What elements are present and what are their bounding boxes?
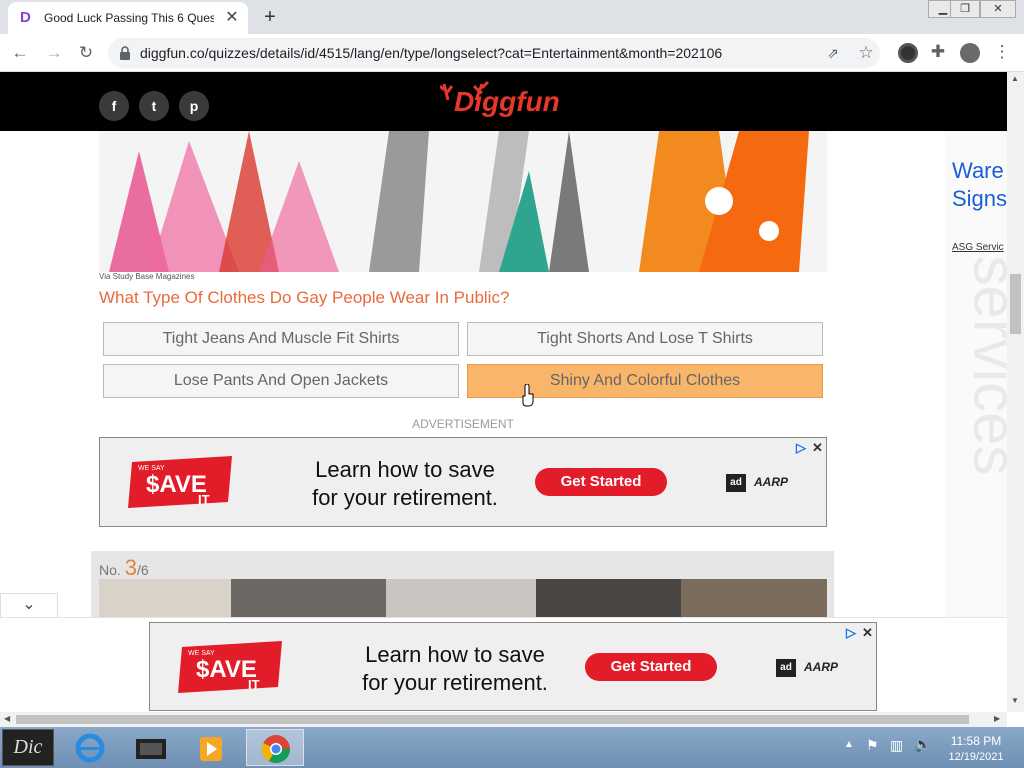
address-bar[interactable]: diggfun.co/quizzes/details/id/4515/lang/… — [108, 38, 880, 68]
sticky-ad-headline-line1: Learn how to save — [365, 642, 545, 667]
advertisement-label: ADVERTISEMENT — [412, 417, 514, 431]
network-icon[interactable]: ▥ — [890, 737, 903, 754]
site-header: f t p Diggfun — [0, 72, 1007, 131]
sticky-ad-headline: Learn how to save for your retirement. — [345, 641, 565, 697]
url-text[interactable]: diggfun.co/quizzes/details/id/4515/lang/… — [140, 45, 780, 61]
sticky-ad-bar: WE SAY $AVE IT Learn how to save for your… — [0, 617, 1007, 713]
windows-taskbar: Dic ▲ ⚑ ▥ 🔈 11:58 PM 12/19/2021 — [0, 727, 1024, 768]
sticky-ad-logo: ad — [776, 659, 796, 677]
clock-date[interactable]: 12/19/2021 — [936, 751, 1016, 763]
answer-option-2[interactable]: Tight Shorts And Lose T Shirts — [467, 322, 823, 356]
scroll-down-icon[interactable]: ▼ — [1011, 696, 1019, 705]
ad-headline-line1: Learn how to save — [315, 457, 495, 482]
diggfun-logo[interactable]: Diggfun — [440, 76, 580, 126]
h-scroll-thumb[interactable] — [16, 715, 969, 724]
sticky-save-it-badge: WE SAY $AVE IT — [178, 641, 282, 693]
counter-total: /6 — [136, 562, 149, 578]
twitter-icon[interactable]: t — [139, 91, 169, 121]
forward-icon[interactable]: → — [42, 41, 66, 65]
side-ad-headline: Ware Signs — [952, 157, 1007, 213]
sticky-ad-close-icon[interactable]: ✕ — [862, 625, 873, 641]
horizontal-scrollbar[interactable]: ◀ ▶ — [0, 712, 1007, 727]
quiz-illustration-image — [99, 131, 827, 272]
browser-tab-strip: D Good Luck Passing This 6 Questi ✕ + ▁ … — [0, 0, 1024, 34]
ad-logo: ad — [726, 474, 746, 492]
next-question-image — [99, 579, 827, 617]
reload-icon[interactable]: ↻ — [74, 41, 98, 65]
logo-text: Diggfun — [454, 86, 560, 117]
aarp-logo: AARP — [754, 475, 789, 489]
side-ad-watermark: services — [961, 255, 1007, 476]
counter-prefix: No. — [99, 562, 121, 578]
browser-tab[interactable]: D Good Luck Passing This 6 Questi ✕ — [8, 2, 248, 34]
profile-icon[interactable] — [960, 43, 980, 63]
vertical-scrollbar[interactable]: ▲ ▼ — [1007, 72, 1024, 712]
sticky-ad-headline-line2: for your retirement. — [362, 670, 548, 695]
answer-option-1[interactable]: Tight Jeans And Muscle Fit Shirts — [103, 322, 459, 356]
scroll-right-icon[interactable]: ▶ — [994, 714, 1000, 723]
hand-cursor-icon — [522, 384, 534, 407]
bookmark-star-icon[interactable]: ☆ — [856, 43, 876, 63]
volume-muted-icon[interactable]: 🔈 — [914, 736, 931, 753]
question-counter: No. 3/6 — [99, 555, 149, 581]
scroll-thumb[interactable] — [1010, 274, 1021, 334]
page-content: Via Study Base Magazines What Type Of Cl… — [0, 131, 1007, 617]
svg-text:IT: IT — [248, 677, 260, 692]
next-question-card: No. 3/6 — [91, 551, 834, 617]
image-caption: Via Study Base Magazines — [99, 272, 195, 281]
quiz-question: What Type Of Clothes Do Gay People Wear … — [99, 288, 510, 307]
ad-headline: Learn how to save for your retirement. — [295, 456, 515, 512]
sticky-banner-ad[interactable]: WE SAY $AVE IT Learn how to save for your… — [149, 622, 877, 711]
side-ad-sponsor[interactable]: ASG Servic — [952, 242, 1004, 253]
tray-expand-icon[interactable]: ▲ — [844, 739, 854, 750]
scroll-up-icon[interactable]: ▲ — [1011, 74, 1019, 83]
action-center-flag-icon[interactable]: ⚑ — [866, 737, 879, 754]
internet-explorer-icon[interactable] — [64, 729, 116, 766]
adchoices-icon[interactable]: ▷ — [796, 440, 806, 456]
facebook-icon[interactable]: f — [99, 91, 129, 121]
clock-time[interactable]: 11:58 PM — [936, 734, 1016, 748]
counter-number: 3 — [124, 555, 137, 580]
puzzle-icon[interactable]: ✚ — [926, 40, 950, 64]
tab-title: Good Luck Passing This 6 Questi — [44, 11, 214, 25]
chrome-taskbar-item[interactable] — [246, 729, 304, 766]
window-close-button[interactable]: ✕ — [980, 0, 1016, 18]
restore-button[interactable]: ❐ — [950, 0, 980, 18]
ad-headline-line2: for your retirement. — [312, 485, 498, 510]
share-icon[interactable]: ⇗ — [824, 44, 842, 62]
back-icon[interactable]: ← — [8, 41, 32, 65]
start-button[interactable]: Dic — [2, 729, 54, 766]
side-ad-line1: Ware — [952, 158, 1004, 183]
diggfun-favicon-icon: D — [20, 9, 31, 26]
new-tab-button[interactable]: + — [258, 5, 282, 29]
sticky-aarp-logo: AARP — [804, 660, 839, 674]
menu-icon[interactable]: ⋮ — [990, 40, 1014, 64]
banner-ad[interactable]: WE SAY $AVE IT Learn how to save for your… — [99, 437, 827, 527]
lock-icon[interactable] — [118, 45, 132, 61]
pinterest-icon[interactable]: p — [179, 91, 209, 121]
collapse-ad-chevron-icon[interactable]: ⌄ — [0, 593, 58, 617]
sticky-adchoices-icon[interactable]: ▷ — [846, 625, 856, 641]
answer-option-3[interactable]: Lose Pants And Open Jackets — [103, 364, 459, 398]
extension-icon[interactable] — [898, 43, 918, 63]
sticky-get-started-button[interactable]: Get Started — [585, 653, 717, 681]
side-ad-line2: Signs — [952, 186, 1007, 211]
side-ad[interactable]: Ware Signs ASG Servic services — [945, 131, 1007, 617]
save-it-badge: WE SAY $AVE IT — [128, 456, 232, 508]
chrome-icon — [261, 735, 290, 763]
browser-toolbar: ← → ↻ diggfun.co/quizzes/details/id/4515… — [0, 34, 1024, 72]
svg-text:IT: IT — [198, 492, 210, 507]
ad-close-icon[interactable]: ✕ — [812, 440, 823, 456]
file-explorer-icon[interactable] — [124, 729, 176, 766]
get-started-button[interactable]: Get Started — [535, 468, 667, 496]
scroll-left-icon[interactable]: ◀ — [4, 714, 10, 723]
media-player-icon[interactable] — [184, 729, 236, 766]
tab-close-icon[interactable]: ✕ — [222, 8, 242, 28]
